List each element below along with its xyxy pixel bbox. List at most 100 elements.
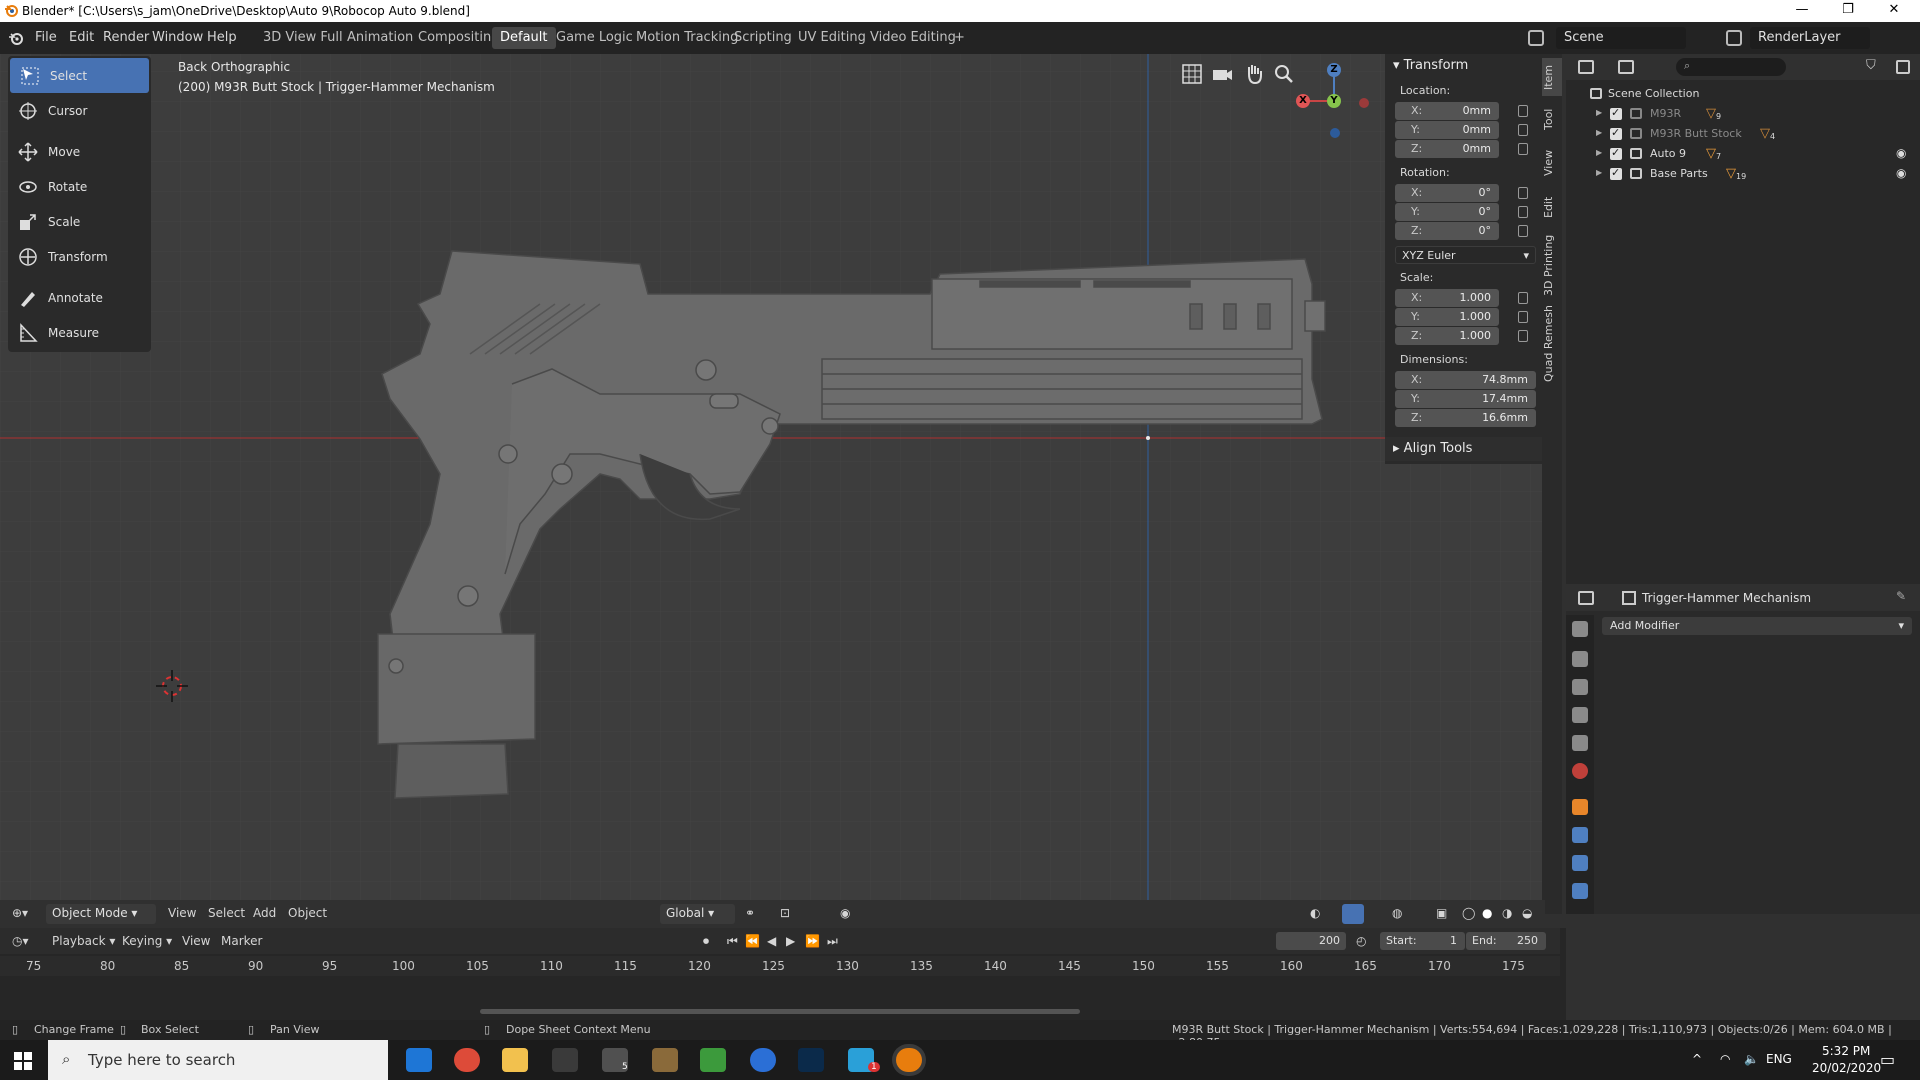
- lock-icon[interactable]: [1518, 330, 1528, 342]
- tab-default[interactable]: Default: [492, 27, 556, 49]
- tool-rotate[interactable]: Rotate: [8, 169, 151, 204]
- pin-icon[interactable]: ✎: [1896, 589, 1906, 603]
- photoshop-icon[interactable]: [798, 1048, 824, 1072]
- eye-icon[interactable]: ◉: [1896, 166, 1906, 180]
- camera-view-icon[interactable]: [1210, 62, 1234, 86]
- filter-icon[interactable]: ⛉: [1866, 58, 1876, 73]
- menu-keying[interactable]: Keying ▾: [122, 934, 172, 948]
- scale-z-field[interactable]: Z: 1.000: [1395, 327, 1499, 345]
- menu-edit[interactable]: Edit: [69, 30, 94, 45]
- location-y-field[interactable]: Y: 0mm: [1395, 121, 1499, 139]
- next-keyframe-icon[interactable]: ⏩: [805, 934, 820, 948]
- scene-icon[interactable]: [1572, 735, 1588, 751]
- tab-view[interactable]: View: [1542, 142, 1562, 184]
- play-reverse-icon[interactable]: ◀: [767, 934, 776, 948]
- navigation-gizmo[interactable]: Z X Y: [1290, 54, 1380, 144]
- wifi-icon[interactable]: ◠: [1720, 1052, 1730, 1066]
- render-icon[interactable]: [1572, 651, 1588, 667]
- close-button[interactable]: ✕: [1874, 2, 1914, 17]
- preview-range-icon[interactable]: ◴: [1356, 934, 1366, 948]
- menu-marker[interactable]: Marker: [221, 934, 262, 948]
- dimension-z-field[interactable]: Z: 16.6mm: [1395, 409, 1536, 427]
- lock-icon[interactable]: [1518, 143, 1528, 155]
- blender-taskbar-icon[interactable]: [896, 1048, 922, 1072]
- menu-playback[interactable]: Playback ▾: [52, 934, 115, 948]
- search-field[interactable]: ⌕: [1676, 58, 1786, 76]
- solid-shading-icon[interactable]: ●: [1482, 906, 1492, 920]
- outliner-item-m93r-butt-stock[interactable]: ▶ M93R Butt Stock ▽ 4: [1566, 124, 1920, 144]
- menu-help[interactable]: Help: [207, 30, 237, 45]
- outliner-item-auto-9[interactable]: ▶ Auto 9 ▽ 7 ◉: [1566, 144, 1920, 164]
- app-icon[interactable]: [750, 1048, 776, 1072]
- lock-icon[interactable]: [1518, 292, 1528, 304]
- output-icon[interactable]: [1572, 679, 1588, 695]
- tab-quad-remesh[interactable]: Quad Remesh: [1542, 304, 1562, 384]
- lock-icon[interactable]: [1518, 311, 1528, 323]
- material-shading-icon[interactable]: ◑: [1502, 906, 1512, 920]
- timeline-editor[interactable]: ◷▾ Playback ▾ Keying ▾ View Marker ⏺ ⏮ ⏪…: [0, 928, 1560, 1020]
- frame-ruler[interactable]: 75 80 85 90 95 100 105 110 115 120 125 1…: [0, 956, 1560, 976]
- start-frame-field[interactable]: Start: 1: [1380, 932, 1465, 950]
- gizmo-neg-z[interactable]: [1330, 128, 1340, 138]
- add-workspace-button[interactable]: +: [946, 27, 973, 49]
- app-icon[interactable]: [652, 1048, 678, 1072]
- menu-render[interactable]: Render: [103, 30, 149, 45]
- display-mode-icon[interactable]: [1618, 60, 1634, 74]
- tab-edit[interactable]: Edit: [1542, 188, 1562, 226]
- lock-icon[interactable]: [1518, 225, 1528, 237]
- pivot-icon[interactable]: ⚭: [745, 906, 755, 920]
- scene-collection-row[interactable]: Scene Collection: [1566, 84, 1920, 104]
- proportional-edit-icon[interactable]: ◉: [840, 906, 850, 920]
- checkbox[interactable]: [1610, 146, 1622, 160]
- gizmo-neg-x[interactable]: [1359, 98, 1369, 108]
- play-icon[interactable]: ▶: [786, 934, 795, 948]
- new-collection-icon[interactable]: [1896, 60, 1910, 74]
- file-explorer-icon[interactable]: [502, 1048, 528, 1072]
- gizmo-toggle-icon[interactable]: [1342, 904, 1364, 924]
- physics-icon[interactable]: [1572, 883, 1588, 899]
- current-frame-field[interactable]: 200: [1276, 932, 1346, 950]
- tool-move[interactable]: Move: [8, 134, 151, 169]
- tool-cursor[interactable]: Cursor: [8, 93, 151, 128]
- mode-dropdown[interactable]: Object Mode ▾: [46, 904, 156, 924]
- align-tools-panel[interactable]: ▸ Align Tools: [1385, 437, 1542, 461]
- menu-window[interactable]: Window: [152, 30, 203, 45]
- notifications-icon[interactable]: ▭: [1880, 1050, 1895, 1069]
- world-icon[interactable]: [1572, 763, 1588, 779]
- tool-scale[interactable]: Scale: [8, 204, 151, 239]
- gizmo-z-axis[interactable]: Z: [1327, 63, 1341, 77]
- clock-icon[interactable]: ◷▾: [12, 934, 29, 948]
- taskbar-search-box[interactable]: ⌕ Type here to search: [48, 1040, 388, 1080]
- tool-transform[interactable]: Transform: [8, 239, 151, 274]
- outliner-item-base-parts[interactable]: ▶ Base Parts ▽ 19 ◉: [1566, 164, 1920, 184]
- overlay-icon[interactable]: ◍: [1392, 906, 1402, 920]
- windows-start-icon[interactable]: [14, 1052, 32, 1070]
- minimize-button[interactable]: —: [1782, 2, 1822, 17]
- chrome-icon[interactable]: [454, 1048, 480, 1072]
- renderlayer-selector[interactable]: RenderLayer: [1750, 27, 1870, 49]
- menu-add[interactable]: Add: [253, 906, 276, 920]
- maximize-button[interactable]: ❐: [1828, 2, 1868, 17]
- scale-y-field[interactable]: Y: 1.000: [1395, 308, 1499, 326]
- transform-orientation-dropdown[interactable]: Global ▾: [660, 904, 735, 924]
- location-z-field[interactable]: Z: 0mm: [1395, 140, 1499, 158]
- end-frame-field[interactable]: End: 250: [1466, 932, 1546, 950]
- lock-icon[interactable]: [1518, 206, 1528, 218]
- tray-chevron-icon[interactable]: ^: [1692, 1052, 1702, 1066]
- rotation-z-field[interactable]: Z: 0°: [1395, 222, 1499, 240]
- rotation-y-field[interactable]: Y: 0°: [1395, 203, 1499, 221]
- renderlayer-browse-icon[interactable]: [1726, 30, 1742, 46]
- tool-measure[interactable]: Measure: [8, 315, 151, 350]
- eye-icon[interactable]: ◉: [1896, 146, 1906, 160]
- visibility-icon[interactable]: ◐: [1310, 906, 1320, 920]
- timeline-scrollbar[interactable]: [480, 1009, 1080, 1014]
- scene-selector[interactable]: Scene: [1556, 27, 1686, 49]
- object-icon[interactable]: [1572, 799, 1588, 815]
- view-layer-icon[interactable]: [1572, 707, 1588, 723]
- menu-object[interactable]: Object: [288, 906, 327, 920]
- menu-file[interactable]: File: [35, 30, 57, 45]
- pan-hand-icon[interactable]: [1242, 62, 1266, 86]
- location-x-field[interactable]: X: 0mm: [1395, 102, 1499, 120]
- outliner-item-m93r[interactable]: ▶ M93R ▽ 9: [1566, 104, 1920, 124]
- menu-view[interactable]: View: [168, 906, 196, 920]
